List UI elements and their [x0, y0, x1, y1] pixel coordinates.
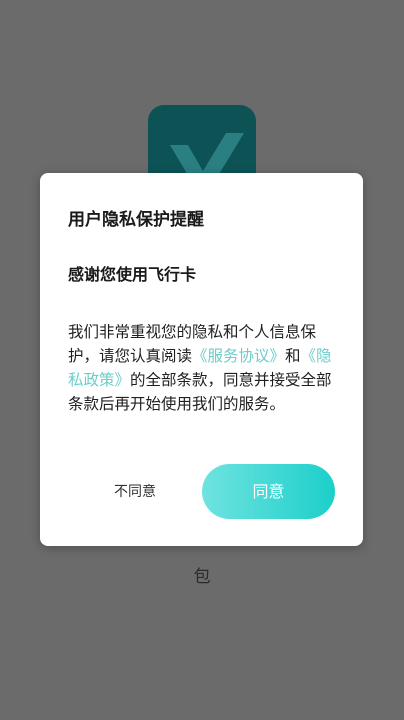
dialog-subtitle: 感谢您使用飞行卡 — [68, 265, 197, 284]
agree-button[interactable]: 同意 — [202, 464, 335, 519]
disagree-button[interactable]: 不同意 — [90, 478, 180, 506]
body-text-and: 和 — [285, 347, 301, 365]
dialog-body: 我们非常重视您的隐私和个人信息保护，请您认真阅读《服务协议》和《隐私政策》的全部… — [68, 320, 336, 416]
service-agreement-link[interactable]: 《服务协议》 — [192, 347, 285, 365]
privacy-dialog: 用户隐私保护提醒 感谢您使用飞行卡 我们非常重视您的隐私和个人信息保护，请您认真… — [40, 173, 363, 546]
dialog-title: 用户隐私保护提醒 — [68, 210, 204, 230]
background-footer-text: 包 — [193, 567, 211, 587]
